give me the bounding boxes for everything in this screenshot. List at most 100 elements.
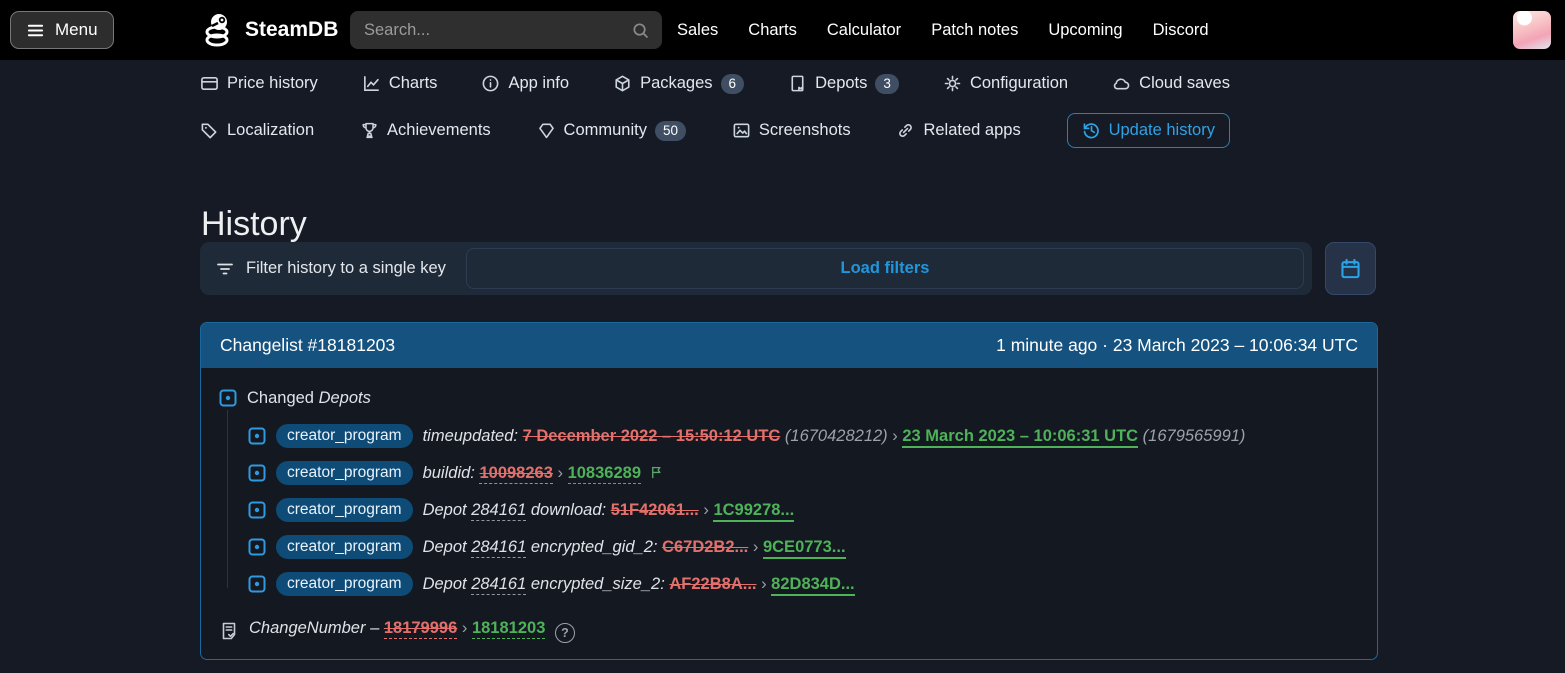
depot-id[interactable]: 284161	[471, 500, 527, 521]
nav-link-charts[interactable]: Charts	[748, 21, 797, 40]
tab-charts[interactable]: Charts	[362, 74, 438, 93]
history-filter-bar: Filter history to a single key Load filt…	[200, 242, 1312, 295]
old-value[interactable]: 10098263	[479, 463, 553, 484]
tab-label: Configuration	[969, 74, 1069, 92]
tab-label: App info	[508, 74, 570, 92]
changelist-title: Changelist #18181203	[220, 335, 396, 355]
tab-price-history[interactable]: Price history	[200, 74, 318, 93]
depot-icon	[791, 75, 804, 92]
tag-icon	[201, 123, 217, 139]
new-value[interactable]: 23 March 2023 – 10:06:31 UTC	[902, 426, 1139, 448]
change-node-icon	[248, 575, 266, 593]
tab-achievements[interactable]: Achievements	[360, 121, 491, 140]
app-subnav: Price history Charts App info Packages 6…	[200, 60, 1230, 154]
change-node-icon	[248, 427, 266, 445]
change-row-download: creator_program Depot 284161 download: 5…	[248, 497, 1357, 523]
change-node-icon	[219, 389, 237, 407]
changelist-header: Changelist #18181203 1 minute ago · 23 M…	[201, 323, 1377, 368]
change-key: encrypted_size_2:	[530, 574, 665, 593]
calendar-button[interactable]	[1325, 242, 1376, 295]
change-node-icon	[248, 538, 266, 556]
depot-word: Depot	[422, 537, 467, 556]
depot-id[interactable]: 284161	[471, 537, 527, 558]
group-prefix: Changed	[247, 388, 314, 407]
app-pill[interactable]: creator_program	[276, 498, 413, 522]
tab-depots[interactable]: Depots 3	[788, 73, 899, 94]
new-changenumber[interactable]: 18181203	[471, 619, 546, 639]
tab-localization[interactable]: Localization	[200, 121, 314, 140]
price-history-icon	[201, 76, 218, 91]
menu-button-label: Menu	[55, 20, 98, 39]
app-pill[interactable]: creator_program	[276, 424, 413, 448]
new-value[interactable]: 82D834D...	[771, 574, 855, 596]
primary-nav: Sales Charts Calculator Patch notes Upco…	[677, 0, 1209, 60]
tab-screenshots[interactable]: Screenshots	[732, 121, 851, 140]
nav-link-sales[interactable]: Sales	[677, 21, 718, 40]
load-filters-button[interactable]: Load filters	[465, 248, 1304, 289]
depot-word: Depot	[422, 574, 467, 593]
nav-link-upcoming[interactable]: Upcoming	[1048, 21, 1122, 40]
filter-icon	[217, 263, 233, 274]
top-navbar: Menu SteamDB Sales Charts Calculator Pat…	[0, 0, 1565, 60]
tab-app-info[interactable]: App info	[481, 74, 569, 93]
old-value[interactable]: C67D2B2...	[662, 538, 748, 556]
help-icon[interactable]: ?	[554, 623, 575, 643]
change-row-buildid: creator_program buildid: 10098263 › 1083…	[248, 460, 1357, 486]
steamdb-logo[interactable]: SteamDB	[200, 13, 338, 47]
change-separator: ›	[761, 574, 767, 593]
tab-cloud-saves[interactable]: Cloud saves	[1112, 74, 1230, 93]
old-value[interactable]: 51F42061...	[611, 501, 699, 519]
depot-id[interactable]: 284161	[471, 574, 527, 595]
changed-depots-row: Changed Depots	[219, 385, 1357, 411]
new-value[interactable]: 1C99278...	[713, 500, 795, 522]
trophy-icon	[362, 122, 377, 139]
search-icon	[633, 22, 648, 38]
new-unix-time: (1679565991)	[1142, 426, 1246, 445]
tab-label: Charts	[388, 74, 438, 92]
new-value[interactable]: 9CE0773...	[762, 537, 846, 559]
app-pill[interactable]: creator_program	[276, 572, 413, 596]
change-key: encrypted_gid_2:	[530, 537, 658, 556]
tab-update-history[interactable]: Update history	[1066, 113, 1230, 148]
subnav-row-1: Price history Charts App info Packages 6…	[200, 60, 1230, 107]
tab-label: Update history	[1108, 121, 1215, 139]
change-row-timeupdated: creator_program timeupdated: 7 December …	[248, 423, 1357, 449]
tab-packages[interactable]: Packages 6	[613, 73, 745, 94]
user-avatar[interactable]	[1513, 11, 1551, 49]
patch-notes-flag-icon[interactable]	[649, 465, 664, 480]
depots-count-badge: 3	[875, 73, 899, 94]
page-title: History	[201, 204, 307, 243]
nav-link-discord[interactable]: Discord	[1153, 21, 1209, 40]
app-pill[interactable]: creator_program	[276, 535, 413, 559]
change-row-encrypted-size: creator_program Depot 284161 encrypted_s…	[248, 571, 1357, 597]
charts-icon	[363, 76, 379, 91]
changenumber-label: ChangeNumber –	[249, 619, 380, 637]
app-pill[interactable]: creator_program	[276, 461, 413, 485]
old-changenumber[interactable]: 18179996	[383, 619, 458, 639]
tab-configuration[interactable]: Configuration	[943, 74, 1068, 93]
change-row-encrypted-gid: creator_program Depot 284161 encrypted_g…	[248, 534, 1357, 560]
tab-label: Cloud saves	[1139, 74, 1230, 92]
tab-community[interactable]: Community 50	[537, 120, 686, 141]
tab-label: Achievements	[387, 121, 491, 139]
search-input[interactable]	[362, 19, 631, 41]
image-icon	[733, 123, 750, 138]
nav-link-calculator[interactable]: Calculator	[827, 21, 901, 40]
menu-button[interactable]: Menu	[10, 11, 114, 49]
hamburger-icon	[27, 24, 44, 36]
old-value[interactable]: AF22B8A...	[669, 575, 756, 593]
change-key: timeupdated:	[422, 426, 518, 445]
community-icon	[538, 123, 554, 139]
change-key: download:	[530, 500, 607, 519]
change-node-icon	[248, 501, 266, 519]
tab-related-apps[interactable]: Related apps	[896, 121, 1021, 140]
history-clock-icon	[1083, 123, 1099, 139]
filter-label: Filter history to a single key	[246, 259, 446, 277]
subnav-row-2: Localization Achievements Community 50 S…	[200, 107, 1230, 154]
new-value[interactable]: 10836289	[567, 463, 641, 484]
old-value[interactable]: 7 December 2022 – 15:50:12 UTC	[523, 427, 781, 445]
gear-icon	[944, 75, 961, 92]
nav-link-patch-notes[interactable]: Patch notes	[931, 21, 1018, 40]
tree-guide-line	[227, 410, 228, 588]
depot-word: Depot	[422, 500, 467, 519]
